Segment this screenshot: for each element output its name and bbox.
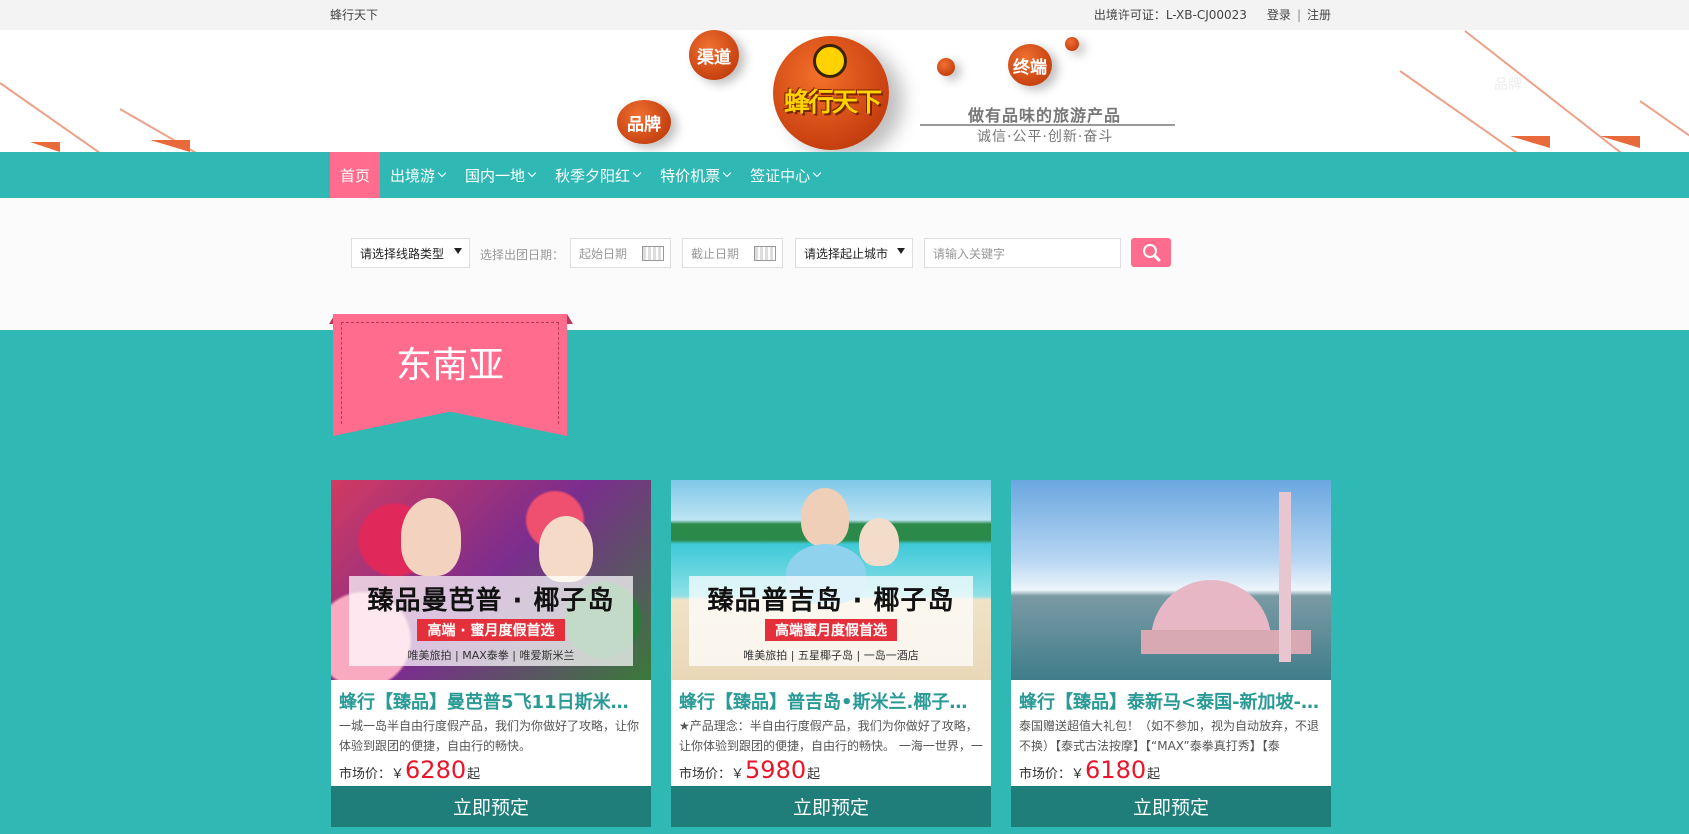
login-link[interactable]: 登录 <box>1267 6 1291 23</box>
product-title[interactable]: 蜂行【臻品】曼芭普5飞11日斯米兰椰子岛 <box>339 688 644 714</box>
ball-channel: 渠道 <box>689 30 739 80</box>
ball-brand: 品牌 <box>617 100 671 144</box>
product-card[interactable]: 臻品曼芭普 · 椰子岛 高端 · 蜜月度假首选 唯美旅拍 | MAX泰拳 | 唯… <box>331 480 651 827</box>
search-button[interactable] <box>1131 238 1171 267</box>
route-type-select[interactable]: 请选择线路类型 <box>351 238 470 268</box>
product-image[interactable]: 臻品曼芭普 · 椰子岛 高端 · 蜜月度假首选 唯美旅拍 | MAX泰拳 | 唯… <box>331 480 651 680</box>
chevron-down-icon <box>632 168 642 178</box>
nav-item-home[interactable]: 首页 <box>330 152 381 198</box>
keyword-input[interactable]: 请输入关键字 <box>924 238 1121 268</box>
decor-triangle <box>150 140 190 152</box>
price-value: 6280 <box>405 756 467 784</box>
ball-terminal: 终端 <box>1008 44 1052 86</box>
person-figure <box>401 498 461 576</box>
search-bar: 请选择线路类型 选择出团日期： 起始日期 截止日期 请选择起止城市 请输入关键字 <box>0 198 1689 330</box>
overlay-title: 臻品曼芭普 · 椰子岛 <box>367 586 615 616</box>
book-now-button[interactable]: 立即预定 <box>331 786 651 827</box>
person-figure <box>859 518 899 566</box>
search-icon <box>1142 244 1157 258</box>
price-value: 6180 <box>1085 756 1147 784</box>
chevron-down-icon <box>722 168 732 178</box>
product-image[interactable] <box>1011 480 1331 680</box>
decor-triangle <box>30 142 60 152</box>
person-figure <box>801 488 849 546</box>
top-bar-right: 出境许可证：L-XB-CJ00023 登录 | 注册 <box>1094 6 1331 23</box>
chevron-down-icon <box>812 168 822 178</box>
calendar-icon[interactable] <box>754 246 776 261</box>
overlay-subtitle: 高端蜜月度假首选 <box>765 619 897 641</box>
city-select[interactable]: 请选择起止城市 <box>795 238 913 268</box>
product-title[interactable]: 蜂行【臻品】泰新马<泰国-新加坡-马来西亚> <box>1019 688 1324 714</box>
nav-item-flights[interactable]: 特价机票 <box>650 152 740 198</box>
site-brand: 蜂行天下 <box>330 8 379 22</box>
overlay-tags: 唯美旅拍 | 五星椰子岛 | 一岛一酒店 <box>743 649 919 662</box>
main-nav: 首页 出境游 国内一地 秋季夕阳红 特价机票 签证中心 <box>0 152 1689 198</box>
ghost-text: 品牌 <box>1494 77 1522 93</box>
nav-item-visa[interactable]: 签证中心 <box>740 152 830 198</box>
price-label: 市场价： <box>679 767 732 782</box>
currency-symbol: ￥ <box>391 767 405 782</box>
price-row: 市场价： ￥ 5980 起 <box>679 756 820 784</box>
caret-down-icon <box>897 248 905 254</box>
ribbon-fold-right <box>567 314 573 324</box>
nav-item-autumn[interactable]: 秋季夕阳红 <box>545 152 650 198</box>
decor-ball <box>937 58 955 76</box>
price-suffix: 起 <box>807 767 821 782</box>
image-overlay: 臻品普吉岛 · 椰子岛 高端蜜月度假首选 唯美旅拍 | 五星椰子岛 | 一岛一酒… <box>689 576 973 666</box>
license-text: 出境许可证：L-XB-CJ00023 <box>1093 8 1247 22</box>
decor-ball <box>1065 37 1079 51</box>
currency-symbol: ￥ <box>1071 767 1085 782</box>
book-now-button[interactable]: 立即预定 <box>671 786 991 827</box>
image-overlay: 臻品曼芭普 · 椰子岛 高端 · 蜜月度假首选 唯美旅拍 | MAX泰拳 | 唯… <box>349 576 633 666</box>
chevron-down-icon <box>527 168 537 178</box>
person-figure <box>539 516 593 582</box>
bee-icon <box>813 44 847 78</box>
overlay-title: 臻品普吉岛 · 椰子岛 <box>707 586 955 616</box>
nav-item-outbound[interactable]: 出境游 <box>380 152 455 198</box>
logo-text: 蜂行天下 <box>783 88 882 118</box>
caret-down-icon <box>454 248 462 254</box>
date-label: 选择出团日期： <box>480 248 565 262</box>
price-label: 市场价： <box>339 767 392 782</box>
decor-triangle <box>1600 136 1640 148</box>
motto: 诚信·公平·创新·奋斗 <box>977 129 1114 145</box>
top-bar: 蜂行天下 出境许可证：L-XB-CJ00023 登录 | 注册 <box>0 0 1689 30</box>
product-desc: ★产品理念：半自由行度假产品，我们为你做好了攻略，让你体验到跟团的便捷，自由行的… <box>679 719 983 753</box>
start-date-input[interactable]: 起始日期 <box>570 238 671 268</box>
product-desc: 一城一岛半自由行度假产品，我们为你做好了攻略，让你体验到跟团的便捷，自由行的畅快… <box>339 719 640 753</box>
nav-item-domestic[interactable]: 国内一地 <box>455 152 545 198</box>
chevron-down-icon <box>437 168 447 178</box>
register-link[interactable]: 注册 <box>1307 6 1331 23</box>
product-card[interactable]: 蜂行【臻品】泰新马<泰国-新加坡-马来西亚> 泰国赠送超值大礼包！（如不参加，视… <box>1011 480 1331 827</box>
minaret <box>1279 492 1291 662</box>
price-suffix: 起 <box>467 767 481 782</box>
product-image[interactable]: 臻品普吉岛 · 椰子岛 高端蜜月度假首选 唯美旅拍 | 五星椰子岛 | 一岛一酒… <box>671 480 991 680</box>
decor-triangle <box>1510 136 1550 148</box>
currency-symbol: ￥ <box>731 767 745 782</box>
overlay-subtitle: 高端 · 蜜月度假首选 <box>417 619 565 641</box>
price-row: 市场价： ￥ 6180 起 <box>1019 756 1160 784</box>
calendar-icon[interactable] <box>642 246 664 261</box>
end-date-input[interactable]: 截止日期 <box>682 238 783 268</box>
product-card[interactable]: 臻品普吉岛 · 椰子岛 高端蜜月度假首选 唯美旅拍 | 五星椰子岛 | 一岛一酒… <box>671 480 991 827</box>
separator: | <box>1296 7 1301 22</box>
decor-streak <box>1639 100 1689 137</box>
product-desc: 泰国赠送超值大礼包！（如不参加，视为自动放弃，不退不换）【泰式古法按摩】【“MA… <box>1019 719 1320 753</box>
product-title[interactable]: 蜂行【臻品】普吉岛•斯米兰.椰子岛6晚8日 <box>679 688 984 714</box>
decor-streak <box>0 82 124 152</box>
price-value: 5980 <box>745 756 807 784</box>
book-now-button[interactable]: 立即预定 <box>1011 786 1331 827</box>
overlay-tags: 唯美旅拍 | MAX泰拳 | 唯爱斯米兰 <box>407 649 575 662</box>
header-banner: 品牌 渠道 品牌 终端 蜂行天下 做有品味的旅游产品 诚信·公平·创新·奋斗 <box>0 30 1689 152</box>
price-label: 市场价： <box>1019 767 1072 782</box>
slogan: 做有品味的旅游产品 <box>968 106 1122 125</box>
section-title: 东南亚 <box>395 345 504 386</box>
price-row: 市场价： ￥ 6280 起 <box>339 756 480 784</box>
price-suffix: 起 <box>1147 767 1161 782</box>
